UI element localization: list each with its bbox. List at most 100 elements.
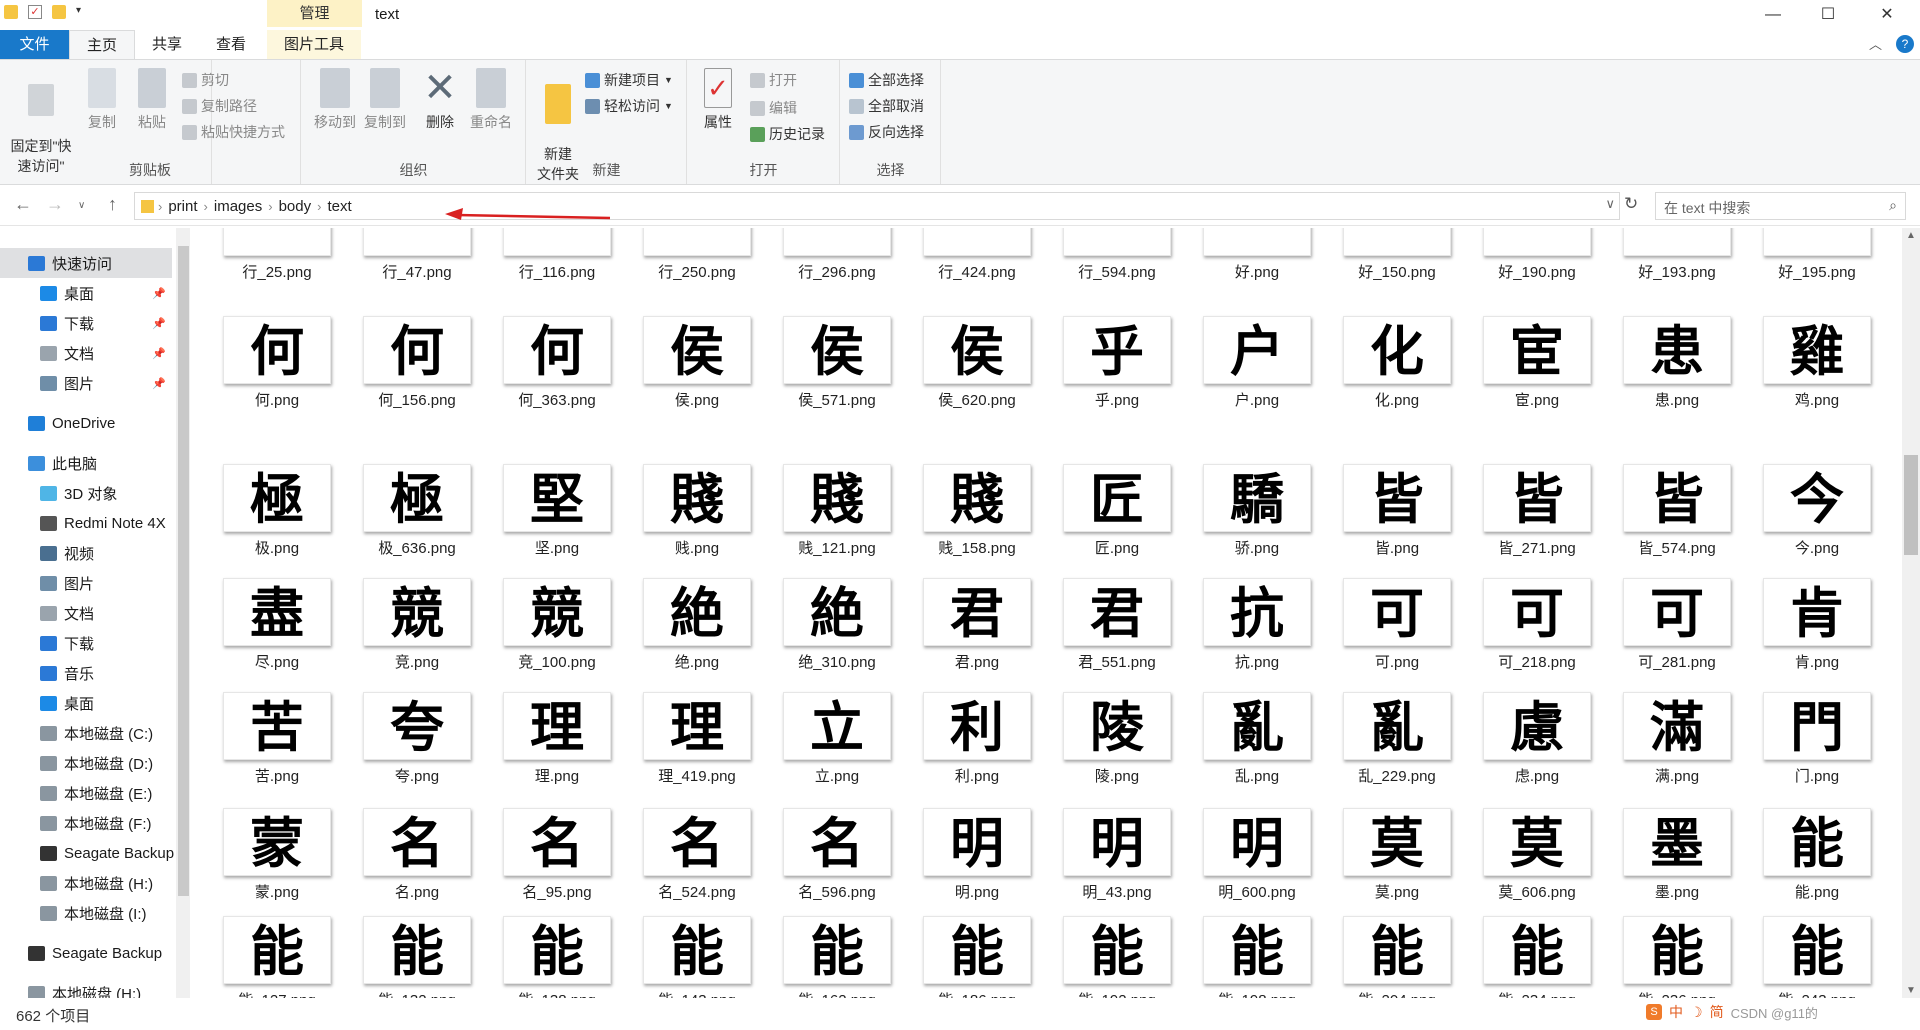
sidebar-item[interactable]: 本地磁盘 (F:) — [0, 808, 172, 838]
sidebar-item[interactable]: 本地磁盘 (H:) — [0, 868, 172, 898]
paste-shortcut-button[interactable]: 粘贴快捷方式 — [182, 122, 285, 142]
breadcrumb-body[interactable]: body — [279, 198, 312, 215]
ime-mode[interactable]: 中 — [1669, 1002, 1683, 1022]
tab-picture-tools[interactable]: 图片工具 — [267, 30, 362, 59]
ime-logo-icon[interactable]: S — [1646, 1004, 1662, 1020]
file-item[interactable]: 莫莫_606.png — [1467, 808, 1607, 902]
copy-button[interactable]: 复制 — [82, 68, 122, 132]
breadcrumb-print[interactable]: print — [168, 198, 197, 215]
file-item[interactable]: 君君.png — [907, 578, 1047, 672]
sidebar-item[interactable]: 桌面 📌 — [0, 278, 172, 308]
delete-button[interactable]: ✕ 删除 — [422, 68, 458, 132]
cut-button[interactable]: 剪切 — [182, 70, 229, 90]
tab-view[interactable]: 查看 — [199, 30, 263, 59]
sidebar-item[interactable]: OneDrive — [0, 408, 172, 438]
context-tab-manage[interactable]: 管理 — [267, 0, 362, 27]
file-item[interactable]: 行_250.png — [627, 228, 767, 282]
file-item[interactable]: 堅坚.png — [487, 464, 627, 558]
file-item[interactable]: 絶绝.png — [627, 578, 767, 672]
properties-button[interactable]: ✓ 属性 — [698, 68, 738, 132]
sidebar-item[interactable]: 文档 📌 — [0, 338, 172, 368]
file-item[interactable]: 能能_204.png — [1327, 916, 1467, 998]
file-item[interactable]: 可可.png — [1327, 578, 1467, 672]
sidebar-item[interactable]: 桌面 — [0, 688, 172, 718]
up-arrow-icon[interactable]: ↑ — [108, 194, 117, 215]
scroll-down-icon[interactable]: ▼ — [1906, 985, 1916, 996]
copy-path-button[interactable]: 复制路径 — [182, 96, 257, 116]
rename-button[interactable]: 重命名 — [466, 68, 516, 132]
sidebar-item[interactable]: 本地磁盘 (E:) — [0, 778, 172, 808]
file-item[interactable]: 能能_127.png — [207, 916, 347, 998]
file-item[interactable]: 盡尽.png — [207, 578, 347, 672]
file-item[interactable]: 理理.png — [487, 692, 627, 786]
file-item[interactable]: 何何_156.png — [347, 316, 487, 410]
file-item[interactable]: 好_195.png — [1747, 228, 1887, 282]
customize-qat-chevron-icon[interactable]: ▾ — [76, 5, 90, 19]
sidebar-item[interactable]: 3D 对象 — [0, 478, 172, 508]
open-button[interactable]: 打开 — [750, 70, 797, 90]
file-item[interactable]: 利利.png — [907, 692, 1047, 786]
file-item[interactable]: 户户.png — [1187, 316, 1327, 410]
file-item[interactable]: 皆皆_574.png — [1607, 464, 1747, 558]
sidebar-item[interactable]: 本地磁盘 (C:) — [0, 718, 172, 748]
file-item[interactable]: 皆皆_271.png — [1467, 464, 1607, 558]
file-item[interactable]: 競竞_100.png — [487, 578, 627, 672]
tab-file[interactable]: 文件 — [0, 30, 69, 59]
sidebar-item[interactable]: Redmi Note 4X — [0, 508, 172, 538]
sidebar-item[interactable]: 下载 — [0, 628, 172, 658]
file-item[interactable]: 侯侯_571.png — [767, 316, 907, 410]
file-item[interactable]: 宦宦.png — [1467, 316, 1607, 410]
file-item[interactable]: 立立.png — [767, 692, 907, 786]
file-item[interactable]: 亂乱_229.png — [1327, 692, 1467, 786]
breadcrumb-text[interactable]: text — [327, 198, 351, 215]
file-item[interactable]: 競竞.png — [347, 578, 487, 672]
sidebar-item[interactable]: 视频 — [0, 538, 172, 568]
file-item[interactable]: 好_190.png — [1467, 228, 1607, 282]
file-item[interactable]: 明明.png — [907, 808, 1047, 902]
file-item[interactable]: 肯肯.png — [1747, 578, 1887, 672]
paste-button[interactable]: 粘贴 — [132, 68, 172, 132]
file-item[interactable]: 行_594.png — [1047, 228, 1187, 282]
file-item[interactable]: 匠匠.png — [1047, 464, 1187, 558]
file-item[interactable]: 苦苦.png — [207, 692, 347, 786]
file-item[interactable]: 何何_363.png — [487, 316, 627, 410]
file-item[interactable]: 蒙蒙.png — [207, 808, 347, 902]
file-item[interactable]: 能能_198.png — [1187, 916, 1327, 998]
maximize-button[interactable]: ☐ — [1805, 0, 1851, 30]
file-item[interactable]: 能能_162.png — [767, 916, 907, 998]
sidebar-item[interactable]: 快速访问 — [0, 248, 172, 278]
file-item[interactable]: 明明_43.png — [1047, 808, 1187, 902]
search-input[interactable]: 在 text 中搜索 ⌕ — [1655, 192, 1906, 220]
history-button[interactable]: 历史记录 — [750, 124, 825, 144]
sidebar-item[interactable]: 音乐 — [0, 658, 172, 688]
file-item[interactable]: 能能_138.png — [487, 916, 627, 998]
file-item[interactable]: 可可_218.png — [1467, 578, 1607, 672]
content-scrollbar[interactable]: ▲ ▼ — [1902, 228, 1920, 998]
file-item[interactable]: 行_25.png — [207, 228, 347, 282]
file-item[interactable]: 患患.png — [1607, 316, 1747, 410]
file-item[interactable]: 好_150.png — [1327, 228, 1467, 282]
file-item[interactable]: 今今.png — [1747, 464, 1887, 558]
file-item[interactable]: 抗抗.png — [1187, 578, 1327, 672]
file-item[interactable]: 夸夸.png — [347, 692, 487, 786]
minimize-button[interactable]: — — [1750, 0, 1796, 30]
recent-locations-chevron-icon[interactable]: ∨ — [78, 200, 85, 211]
file-item[interactable]: 名名_596.png — [767, 808, 907, 902]
sidebar-item[interactable]: 本地磁盘 (I:) — [0, 898, 172, 928]
file-item[interactable]: 賤贱_121.png — [767, 464, 907, 558]
new-folder-icon[interactable] — [52, 5, 66, 19]
tab-home[interactable]: 主页 — [69, 30, 136, 59]
properties-check-icon[interactable]: ✓ — [28, 5, 42, 19]
file-item[interactable]: 行_296.png — [767, 228, 907, 282]
file-item[interactable]: 能能_132.png — [347, 916, 487, 998]
invert-selection-button[interactable]: 反向选择 — [849, 122, 924, 142]
file-item[interactable]: 行_47.png — [347, 228, 487, 282]
file-item[interactable]: 賤贱_158.png — [907, 464, 1047, 558]
file-item[interactable]: 可可_281.png — [1607, 578, 1747, 672]
file-item[interactable]: 能能_143.png — [627, 916, 767, 998]
file-item[interactable]: 絶绝_310.png — [767, 578, 907, 672]
sidebar-item[interactable]: 本地磁盘 (H:) — [0, 978, 172, 998]
file-item[interactable]: 慮虑.png — [1467, 692, 1607, 786]
file-item[interactable]: 賤贱.png — [627, 464, 767, 558]
sidebar-item[interactable]: Seagate Backup — [0, 838, 174, 868]
